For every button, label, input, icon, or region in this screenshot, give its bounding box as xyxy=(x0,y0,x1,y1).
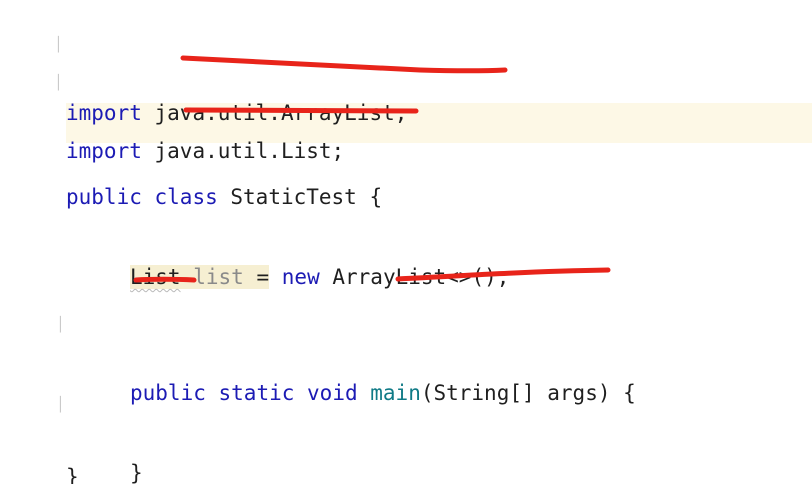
constructor-call: ArrayList<>(); xyxy=(332,265,510,289)
field-name: list xyxy=(193,265,244,289)
import-path: java.util.List; xyxy=(154,139,345,163)
code-line-10[interactable]: ▏ } xyxy=(0,388,143,484)
code-line-2[interactable]: ▏ import java.util.List; xyxy=(0,66,344,163)
fold-marker-icon[interactable]: ▏ xyxy=(58,28,66,62)
open-brace: { xyxy=(369,185,383,209)
code-line-8[interactable]: ▏ public static void main(String[] args)… xyxy=(0,308,636,405)
red-annotation-overlay xyxy=(133,55,611,283)
keyword-new: new xyxy=(281,265,320,289)
code-line-4[interactable]: public class StaticTest { xyxy=(0,146,382,209)
keyword-public: public xyxy=(130,381,206,405)
class-declaration: public class StaticTest { xyxy=(66,180,382,214)
keyword-import: import xyxy=(66,139,142,163)
keyword-import: import xyxy=(66,101,142,125)
keyword-public: public xyxy=(66,185,142,209)
assign-operator: = xyxy=(256,265,270,289)
import-statement: import java.util.ArrayList; xyxy=(66,96,407,130)
code-line-1[interactable]: ▏ import java.util.ArrayList; xyxy=(0,28,407,125)
fold-marker-icon[interactable]: ▏ xyxy=(60,388,68,422)
fold-marker-icon[interactable]: ▏ xyxy=(60,308,68,342)
import-path: java.util.ArrayList; xyxy=(154,101,408,125)
class-name: StaticTest xyxy=(230,185,357,209)
code-line-6[interactable]: List list = new ArrayList<>(); xyxy=(0,226,509,289)
annotation-underline-arraylist xyxy=(180,55,508,74)
type-list: List xyxy=(130,265,181,289)
keyword-static: static xyxy=(218,381,295,405)
keyword-class: class xyxy=(154,185,218,209)
close-brace: } xyxy=(130,461,143,484)
close-brace: } xyxy=(66,465,79,484)
code-line-11[interactable]: } xyxy=(0,426,79,484)
code-editor[interactable]: ▏ import java.util.ArrayList; ▏ import j… xyxy=(0,0,812,484)
import-statement: import java.util.List; xyxy=(66,134,344,168)
fold-marker-icon[interactable]: ▏ xyxy=(58,66,66,100)
method-params: (String[] args) { xyxy=(420,381,636,405)
method-declaration: public static void main(String[] args) { xyxy=(130,376,636,410)
method-name: main xyxy=(370,381,421,405)
keyword-void: void xyxy=(307,381,358,405)
field-declaration: List list = new ArrayList<>(); xyxy=(130,260,509,294)
